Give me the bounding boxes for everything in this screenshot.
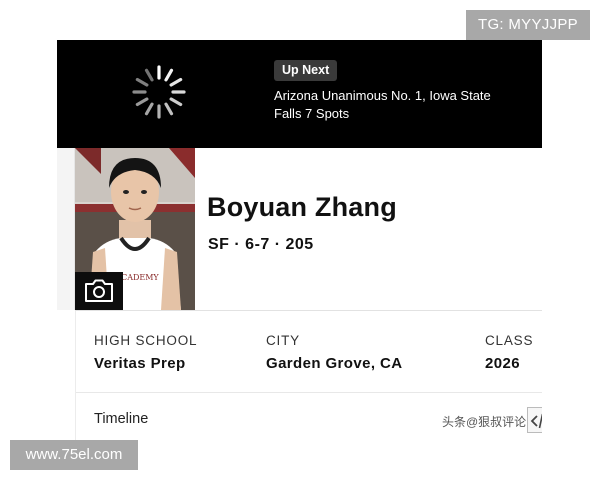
camera-button[interactable] <box>75 272 123 310</box>
city-label: CITY <box>266 333 300 348</box>
cn-watermark: 头条@狠叔评论 <box>442 415 527 429</box>
class-label: CLASS <box>485 333 534 348</box>
timeline-label[interactable]: Timeline <box>94 411 148 427</box>
loading-spinner-icon <box>132 65 186 119</box>
app-screen: Up Next Arizona Unanimous No. 1, Iowa St… <box>57 40 542 440</box>
up-next-badge: Up Next <box>274 60 338 81</box>
section-divider <box>76 392 542 393</box>
tg-watermark-tag: TG: MYYJJPP <box>466 10 590 40</box>
headline-line-2: Falls 7 Spots <box>274 106 350 121</box>
camera-icon <box>85 279 113 302</box>
player-name: Boyuan Zhang <box>207 192 397 222</box>
up-next-headline[interactable]: Arizona Unanimous No. 1, Iowa State Fall… <box>274 87 524 123</box>
site-watermark-tag: www.75el.com <box>10 440 138 470</box>
headline-line-1: Arizona Unanimous No. 1, Iowa State <box>274 88 491 103</box>
class-value: 2026 <box>485 355 520 372</box>
code-icon <box>530 413 542 429</box>
up-next-bar[interactable]: Up Next Arizona Unanimous No. 1, Iowa St… <box>57 40 542 148</box>
player-profile: ACADEMY Boyuan Zhang SF · 6-7 · 205 HIGH… <box>57 148 542 440</box>
city-value: Garden Grove, CA <box>266 355 403 372</box>
player-position-height-weight: SF · 6-7 · 205 <box>208 236 314 253</box>
high-school-value[interactable]: Veritas Prep <box>94 355 186 372</box>
embed-button[interactable] <box>527 407 542 433</box>
photo-side-strip <box>57 148 75 310</box>
high-school-label: HIGH SCHOOL <box>94 333 198 348</box>
